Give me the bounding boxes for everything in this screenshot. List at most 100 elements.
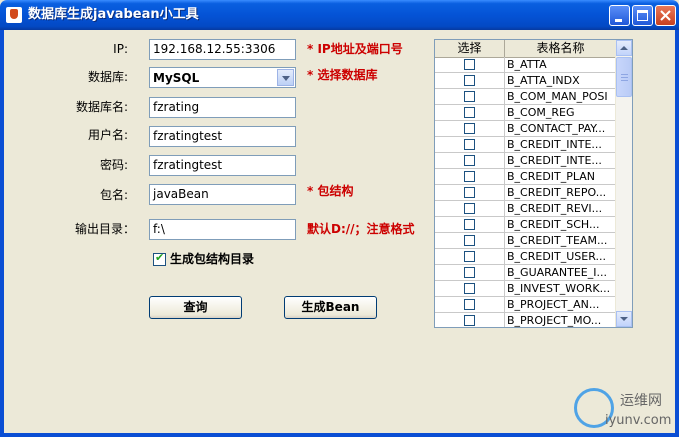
row-table-name: B_INVEST_WORK... — [507, 282, 611, 295]
chevron-down-icon[interactable] — [277, 69, 294, 86]
row-checkbox[interactable] — [464, 59, 475, 70]
table-row[interactable]: B_CREDIT_REVI... — [435, 201, 617, 217]
gen-dir-label: 生成包结构目录 — [170, 252, 255, 266]
ip-hint: * IP地址及端口号 — [307, 42, 403, 56]
row-select-cell — [435, 153, 505, 169]
row-select-cell — [435, 105, 505, 121]
table-row[interactable]: B_ATTA — [435, 57, 617, 73]
row-checkbox[interactable] — [464, 203, 475, 214]
package-input[interactable]: javaBean — [149, 184, 296, 205]
table-row[interactable]: B_PROJECT_AN... — [435, 297, 617, 313]
row-table-name: B_CONTACT_PAY... — [507, 122, 606, 135]
row-checkbox[interactable] — [464, 283, 475, 294]
row-table-name: B_CREDIT_REPO... — [507, 186, 607, 199]
table-row[interactable]: B_CREDIT_USER... — [435, 249, 617, 265]
row-select-cell — [435, 217, 505, 233]
row-checkbox[interactable] — [464, 251, 475, 262]
db-name-label: 数据库名: — [75, 100, 128, 114]
vertical-scrollbar[interactable] — [615, 40, 632, 327]
row-checkbox[interactable] — [464, 267, 475, 278]
close-button[interactable] — [655, 5, 676, 26]
username-label: 用户名: — [87, 128, 128, 142]
row-table-name: B_ATTA_INDX — [507, 74, 580, 87]
row-table-name: B_PROJECT_MO... — [507, 314, 602, 327]
db-name-input[interactable]: fzrating — [149, 97, 296, 118]
db-type-select[interactable]: MySQL — [149, 67, 296, 88]
table-row[interactable]: B_INVEST_WORK... — [435, 281, 617, 297]
table-row[interactable]: B_CREDIT_INTE... — [435, 153, 617, 169]
row-checkbox[interactable] — [464, 155, 475, 166]
row-checkbox[interactable] — [464, 315, 475, 326]
row-table-name: B_ATTA — [507, 58, 547, 71]
checkmark-icon: ✔ — [155, 251, 165, 264]
java-app-icon — [6, 7, 22, 23]
row-select-cell — [435, 201, 505, 217]
table-body: B_ATTA B_ATTA_INDX B_COM_MAN_POSI B_COM_REG… — [435, 57, 617, 327]
row-checkbox[interactable] — [464, 299, 475, 310]
row-select-cell — [435, 89, 505, 105]
table-row[interactable]: B_CONTACT_PAY... — [435, 121, 617, 137]
username-input[interactable]: fzratingtest — [149, 126, 296, 147]
row-select-cell — [435, 297, 505, 313]
row-table-name: B_GUARANTEE_I... — [507, 266, 607, 279]
row-select-cell — [435, 313, 505, 327]
table-row[interactable]: B_CREDIT_PLAN — [435, 169, 617, 185]
ip-label: IP: — [113, 42, 128, 56]
row-checkbox[interactable] — [464, 171, 475, 182]
ip-input[interactable]: 192.168.12.55:3306 — [149, 39, 296, 60]
minimize-icon — [615, 19, 622, 22]
table-row[interactable]: B_CREDIT_INTE... — [435, 137, 617, 153]
app-window: 数据库生成javabean小工具 IP: 192.168.12.55:3306 … — [0, 0, 679, 437]
window-frame-right — [675, 30, 679, 437]
table-row[interactable]: B_PROJECT_MO... — [435, 313, 617, 327]
password-label: 密码: — [99, 158, 128, 172]
window-frame-bottom — [0, 433, 679, 437]
maximize-button[interactable] — [632, 5, 653, 26]
table-row[interactable]: B_COM_MAN_POSI — [435, 89, 617, 105]
title-bar[interactable]: 数据库生成javabean小工具 — [0, 0, 679, 30]
table-row[interactable]: B_CREDIT_TEAM... — [435, 233, 617, 249]
output-dir-input[interactable]: f:\ — [149, 219, 296, 240]
output-dir-hint: 默认D://；注意格式 — [307, 222, 415, 236]
package-label: 包名: — [99, 188, 128, 202]
generate-bean-button[interactable]: 生成Bean — [284, 296, 377, 319]
row-select-cell — [435, 233, 505, 249]
row-select-cell — [435, 185, 505, 201]
row-checkbox[interactable] — [464, 235, 475, 246]
row-checkbox[interactable] — [464, 107, 475, 118]
table-row[interactable]: B_CREDIT_REPO... — [435, 185, 617, 201]
row-table-name: B_CREDIT_TEAM... — [507, 234, 608, 247]
window-frame-left — [0, 30, 4, 437]
row-checkbox[interactable] — [464, 91, 475, 102]
row-select-cell — [435, 169, 505, 185]
minimize-button[interactable] — [609, 5, 630, 26]
row-table-name: B_COM_MAN_POSI — [507, 90, 608, 103]
row-checkbox[interactable] — [464, 123, 475, 134]
row-select-cell — [435, 73, 505, 89]
scroll-thumb[interactable] — [616, 57, 632, 97]
row-checkbox[interactable] — [464, 139, 475, 150]
watermark-url: iyunv.com — [605, 413, 672, 428]
table-row[interactable]: B_CREDIT_SCH... — [435, 217, 617, 233]
table-row[interactable]: B_ATTA_INDX — [435, 73, 617, 89]
table-row[interactable]: B_GUARANTEE_I... — [435, 265, 617, 281]
row-table-name: B_COM_REG — [507, 106, 575, 119]
row-table-name: B_CREDIT_SCH... — [507, 218, 600, 231]
row-checkbox[interactable] — [464, 75, 475, 86]
table-row[interactable]: B_COM_REG — [435, 105, 617, 121]
row-table-name: B_CREDIT_INTE... — [507, 154, 602, 167]
column-header-select[interactable]: 选择 — [435, 40, 505, 57]
scroll-up-button[interactable] — [616, 40, 632, 56]
row-checkbox[interactable] — [464, 219, 475, 230]
password-input[interactable]: fzratingtest — [149, 155, 296, 176]
table-list[interactable]: 选择 表格名称 B_ATTA B_ATTA_INDX B_COM_MAN_POSI B… — [434, 39, 633, 328]
column-header-table-name[interactable]: 表格名称 — [505, 40, 617, 57]
row-checkbox[interactable] — [464, 187, 475, 198]
scroll-down-button[interactable] — [616, 311, 632, 327]
db-type-label: 数据库: — [87, 70, 128, 84]
row-table-name: B_CREDIT_PLAN — [507, 170, 596, 183]
row-select-cell — [435, 121, 505, 137]
row-table-name: B_CREDIT_INTE... — [507, 138, 602, 151]
query-button[interactable]: 查询 — [149, 296, 242, 319]
gen-dir-checkbox[interactable]: ✔ — [153, 251, 166, 266]
